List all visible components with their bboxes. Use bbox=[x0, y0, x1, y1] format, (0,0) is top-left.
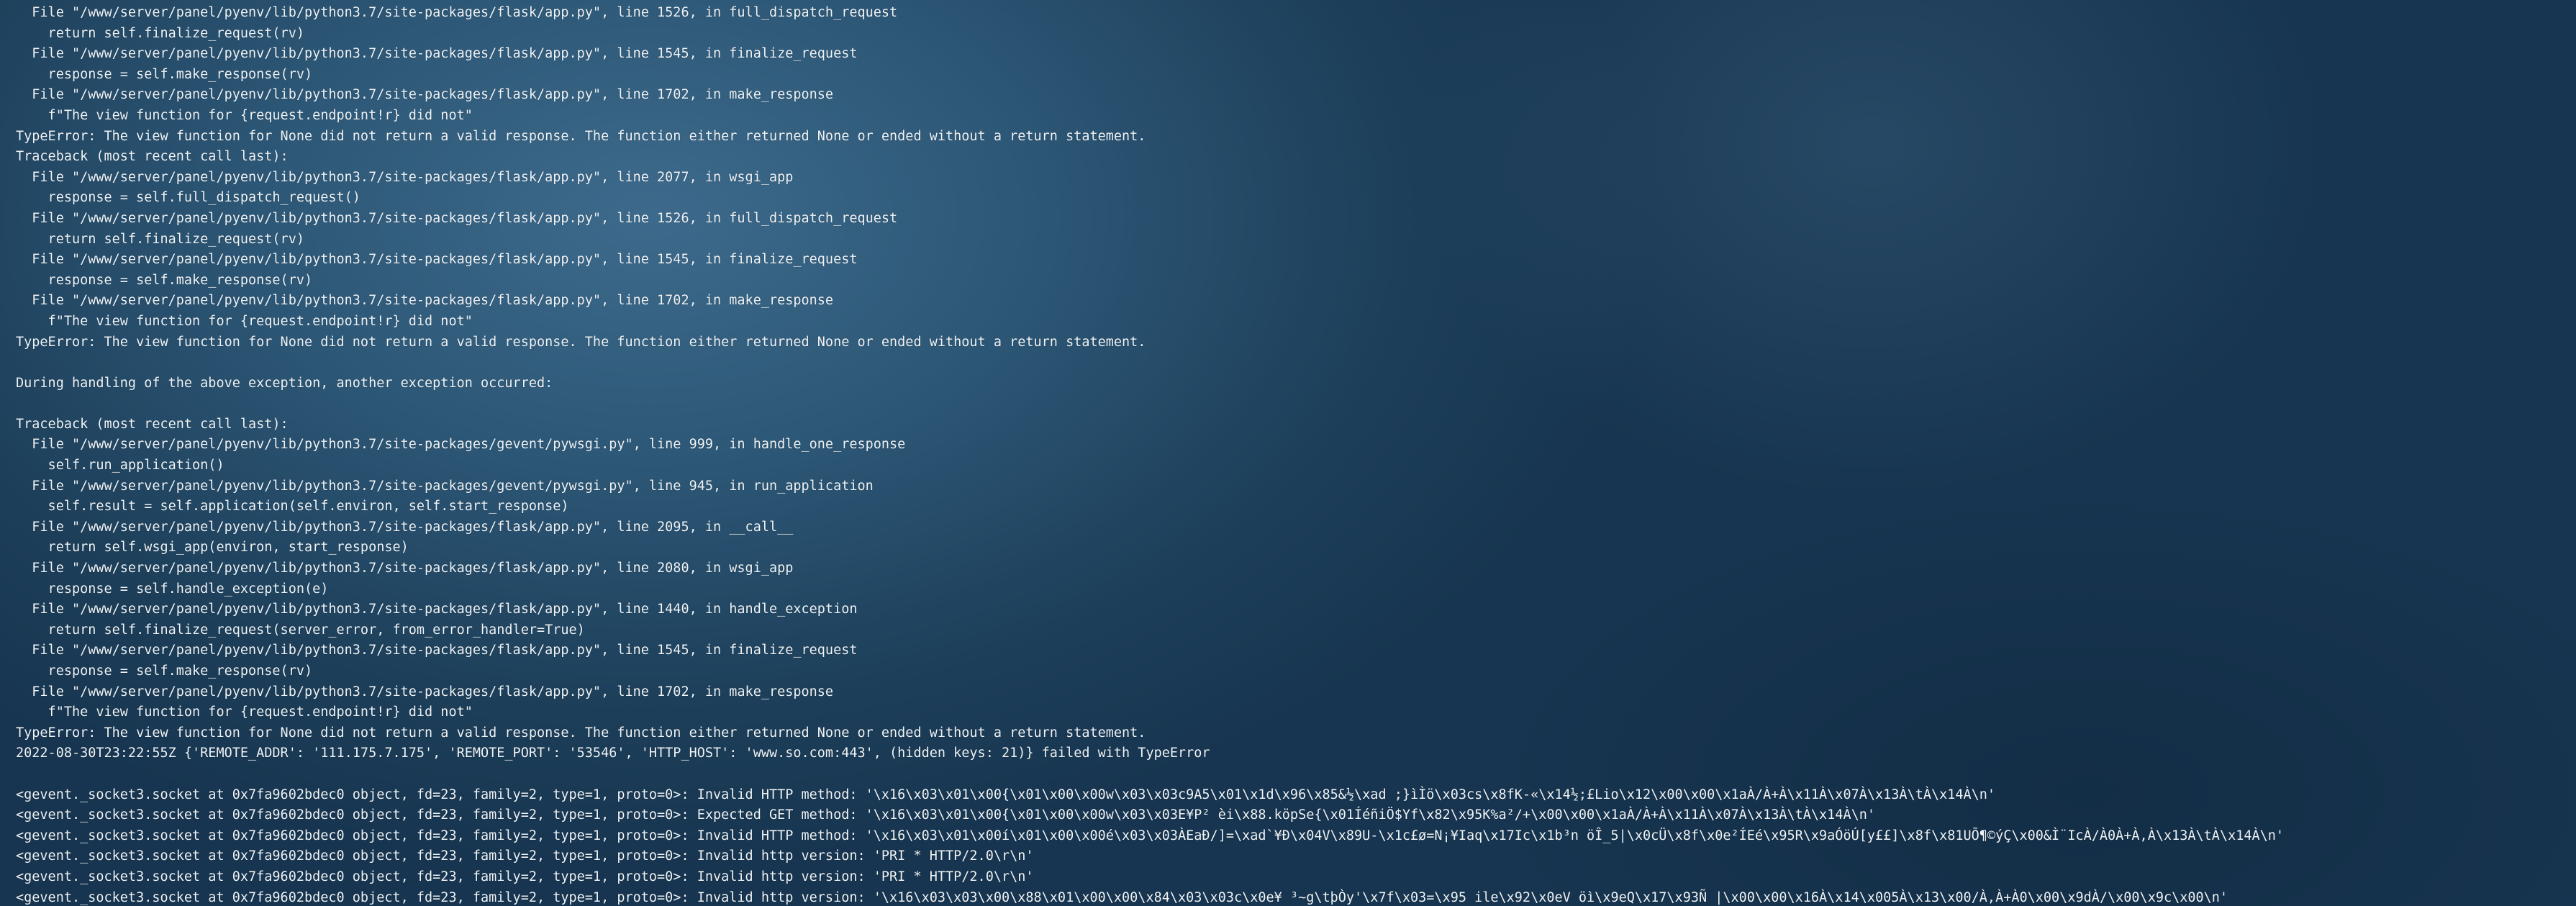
terminal-line: return self.finalize_request(server_erro… bbox=[16, 622, 585, 638]
terminal-line: File "/www/server/panel/pyenv/lib/python… bbox=[16, 519, 794, 535]
terminal-line: File "/www/server/panel/pyenv/lib/python… bbox=[16, 561, 794, 576]
terminal-line: <gevent._socket3.socket at 0x7fa9602bdec… bbox=[16, 807, 1876, 823]
terminal-line: <gevent._socket3.socket at 0x7fa9602bdec… bbox=[16, 889, 2228, 905]
terminal-line: f"The view function for {request.endpoin… bbox=[16, 107, 473, 123]
terminal-line: File "/www/server/panel/pyenv/lib/python… bbox=[16, 210, 898, 226]
terminal-line: <gevent._socket3.socket at 0x7fa9602bdec… bbox=[16, 828, 2285, 843]
terminal-line: TypeError: The view function for None di… bbox=[16, 128, 1146, 144]
terminal-line: f"The view function for {request.endpoin… bbox=[16, 705, 473, 720]
terminal-line: File "/www/server/panel/pyenv/lib/python… bbox=[16, 293, 834, 309]
terminal-line: File "/www/server/panel/pyenv/lib/python… bbox=[16, 643, 858, 658]
terminal-line: <gevent._socket3.socket at 0x7fa9602bdec… bbox=[16, 848, 1034, 864]
terminal-line: <gevent._socket3.socket at 0x7fa9602bdec… bbox=[16, 869, 1034, 884]
terminal-line: response = self.make_response(rv) bbox=[16, 272, 313, 288]
terminal-line: response = self.full_dispatch_request() bbox=[16, 190, 360, 206]
terminal-line: During handling of the above exception, … bbox=[16, 375, 553, 391]
terminal-line: return self.finalize_request(rv) bbox=[16, 25, 304, 41]
terminal-line: File "/www/server/panel/pyenv/lib/python… bbox=[16, 87, 834, 103]
terminal-line: Traceback (most recent call last): bbox=[16, 416, 289, 432]
terminal-line: 2022-08-30T23:22:55Z {'REMOTE_ADDR': '11… bbox=[16, 746, 1210, 761]
terminal-line: return self.wsgi_app(environ, start_resp… bbox=[16, 540, 409, 556]
terminal-line: File "/www/server/panel/pyenv/lib/python… bbox=[16, 684, 834, 699]
terminal-line: self.result = self.application(self.envi… bbox=[16, 499, 569, 515]
terminal-output[interactable]: File "/www/server/panel/pyenv/lib/python… bbox=[0, 0, 2576, 906]
terminal-line: response = self.make_response(rv) bbox=[16, 66, 313, 82]
terminal-line: <gevent._socket3.socket at 0x7fa9602bdec… bbox=[16, 787, 1996, 802]
terminal-line: File "/www/server/panel/pyenv/lib/python… bbox=[16, 252, 858, 268]
terminal-line: File "/www/server/panel/pyenv/lib/python… bbox=[16, 46, 858, 62]
terminal-line: File "/www/server/panel/pyenv/lib/python… bbox=[16, 602, 858, 617]
terminal-line: response = self.handle_exception(e) bbox=[16, 581, 329, 597]
terminal-line: File "/www/server/panel/pyenv/lib/python… bbox=[16, 169, 794, 185]
terminal-line: File "/www/server/panel/pyenv/lib/python… bbox=[16, 478, 874, 494]
terminal-line: return self.finalize_request(rv) bbox=[16, 231, 304, 247]
terminal-line: response = self.make_response(rv) bbox=[16, 663, 313, 679]
terminal-line: File "/www/server/panel/pyenv/lib/python… bbox=[16, 437, 906, 453]
terminal-line: TypeError: The view function for None di… bbox=[16, 725, 1146, 740]
terminal-line: TypeError: The view function for None di… bbox=[16, 334, 1146, 350]
terminal-line: File "/www/server/panel/pyenv/lib/python… bbox=[16, 5, 898, 20]
terminal-line: self.run_application() bbox=[16, 458, 225, 474]
terminal-line: Traceback (most recent call last): bbox=[16, 149, 289, 165]
terminal-line: f"The view function for {request.endpoin… bbox=[16, 313, 473, 329]
